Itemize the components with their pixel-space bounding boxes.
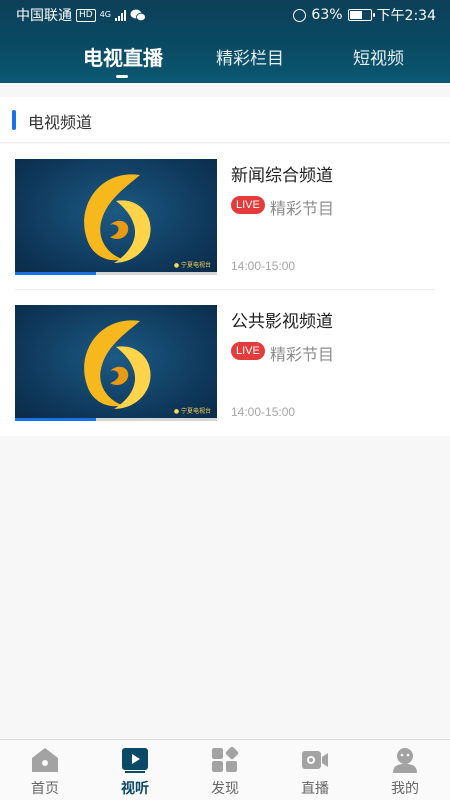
battery-percent: 63% [311, 7, 343, 23]
section-accent-bar [12, 110, 16, 130]
nav-label: 直播 [301, 781, 329, 797]
channel-item[interactable]: ● 宁夏电视台 新闻综合频道 LIVE 精彩节目 14:00-15:00 [0, 144, 450, 290]
program-time: 14:00-15:00 [231, 405, 296, 419]
battery-icon [347, 9, 375, 21]
nav-live[interactable]: 直播 [270, 740, 360, 800]
tab-short-video[interactable]: 短视频 [353, 44, 404, 69]
nav-mine[interactable]: 我的 [360, 740, 450, 800]
live-badge: LIVE [231, 342, 265, 360]
program-title: 精彩节目 [270, 199, 335, 218]
network-type: 4G [99, 10, 111, 19]
channel-thumbnail[interactable]: ● 宁夏电视台 [15, 305, 217, 421]
tab-featured-columns[interactable]: 精彩栏目 [216, 44, 284, 69]
channel-thumbnail[interactable]: ● 宁夏电视台 [15, 159, 217, 275]
video-camera-icon [302, 751, 328, 769]
playback-progress [15, 272, 217, 275]
bottom-nav: 首页 视听 发现 直播 我的 [0, 739, 450, 800]
nav-label: 首页 [31, 781, 59, 797]
program-time: 14:00-15:00 [231, 259, 296, 273]
nav-home[interactable]: 首页 [0, 740, 90, 800]
wechat-icon [130, 9, 146, 21]
tab-indicator [116, 75, 128, 78]
nav-discover[interactable]: 发现 [180, 740, 270, 800]
video-play-icon [122, 748, 148, 773]
signal-icon [115, 9, 126, 21]
section-header: 电视频道 [0, 97, 450, 143]
channel-item[interactable]: ● 宁夏电视台 公共影视频道 LIVE 精彩节目 14:00-15:00 [0, 290, 450, 436]
hd-badge: HD [76, 8, 96, 22]
top-tabs: 电视直播 精彩栏目 短视频 [0, 40, 450, 80]
channel-name: 新闻综合频道 [231, 166, 333, 186]
station-watermark: ● 宁夏电视台 [173, 262, 211, 269]
home-icon [32, 748, 58, 772]
app-header: 中国联通 HD 4G 63% 下午2:34 电视直播 精彩栏目 短视频 [0, 0, 450, 83]
section-title: 电视频道 [28, 113, 93, 132]
station-watermark: ● 宁夏电视台 [173, 408, 211, 415]
nav-label: 发现 [211, 781, 239, 797]
channel-name: 公共影视频道 [231, 312, 333, 332]
channel-list: ● 宁夏电视台 新闻综合频道 LIVE 精彩节目 14:00-15:00 ● 宁… [0, 144, 450, 436]
discover-icon [212, 747, 239, 772]
carrier-name: 中国联通 [16, 8, 72, 24]
user-icon [393, 748, 417, 773]
clock: 下午2:34 [376, 8, 436, 24]
nav-label: 视听 [121, 781, 149, 797]
program-title: 精彩节目 [270, 345, 335, 364]
nav-label: 我的 [391, 781, 419, 797]
station-logo-icon [84, 174, 151, 263]
tab-tv-live[interactable]: 电视直播 [83, 42, 163, 71]
station-logo-icon [84, 320, 151, 409]
nav-audiovisual[interactable]: 视听 [90, 740, 180, 800]
playback-progress [15, 418, 217, 421]
live-badge: LIVE [231, 196, 265, 214]
status-bar: 中国联通 HD 4G 63% 下午2:34 [0, 0, 450, 30]
alarm-icon [293, 8, 307, 22]
